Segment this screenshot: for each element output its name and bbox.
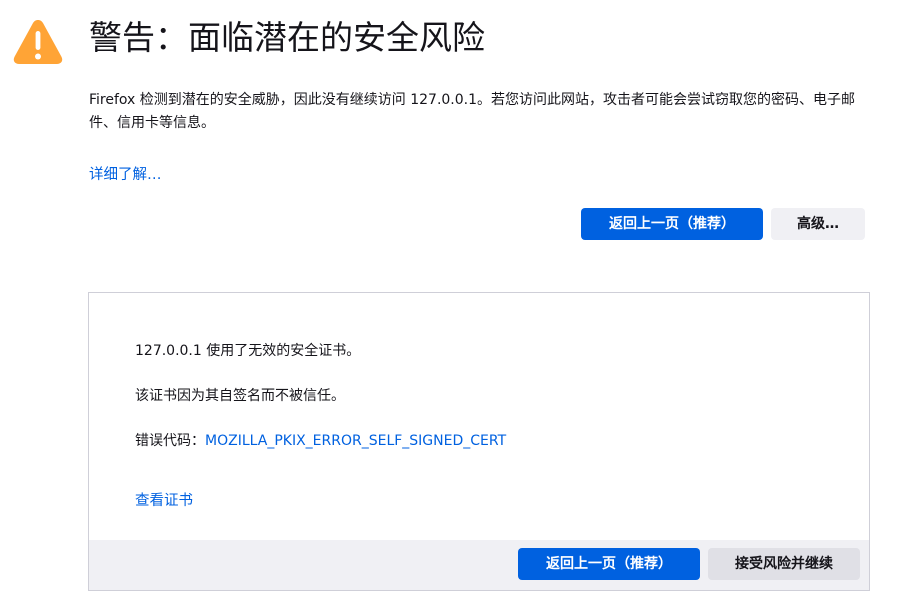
page-title: 警告：面临潜在的安全风险 — [89, 18, 485, 57]
advanced-button[interactable]: 高级… — [771, 208, 865, 240]
go-back-button[interactable]: 返回上一页（推荐） — [581, 208, 763, 240]
warning-triangle-icon — [13, 20, 63, 64]
error-code-line: 错误代码：MOZILLA_PKIX_ERROR_SELF_SIGNED_CERT — [135, 431, 506, 451]
learn-more-link[interactable]: 详细了解… — [89, 165, 162, 185]
accept-risk-button[interactable]: 接受风险并继续 — [708, 548, 860, 580]
view-certificate-link[interactable]: 查看证书 — [135, 491, 193, 511]
self-signed-text: 该证书因为其自签名而不被信任。 — [135, 388, 345, 404]
cert-invalid-text: 127.0.0.1 使用了无效的安全证书。 — [135, 343, 361, 359]
advanced-panel: 127.0.0.1 使用了无效的安全证书。 该证书因为其自签名而不被信任。 错误… — [88, 292, 870, 591]
panel-footer: 返回上一页（推荐） 接受风险并继续 — [89, 540, 869, 590]
go-back-panel-button[interactable]: 返回上一页（推荐） — [518, 548, 700, 580]
error-page: 警告：面临潜在的安全风险 Firefox 检测到潜在的安全威胁，因此没有继续访问… — [0, 0, 905, 609]
error-description: Firefox 检测到潜在的安全威胁，因此没有继续访问 127.0.0.1。若您… — [89, 92, 856, 131]
error-code-link[interactable]: MOZILLA_PKIX_ERROR_SELF_SIGNED_CERT — [205, 433, 506, 449]
error-code-label: 错误代码： — [135, 433, 205, 449]
